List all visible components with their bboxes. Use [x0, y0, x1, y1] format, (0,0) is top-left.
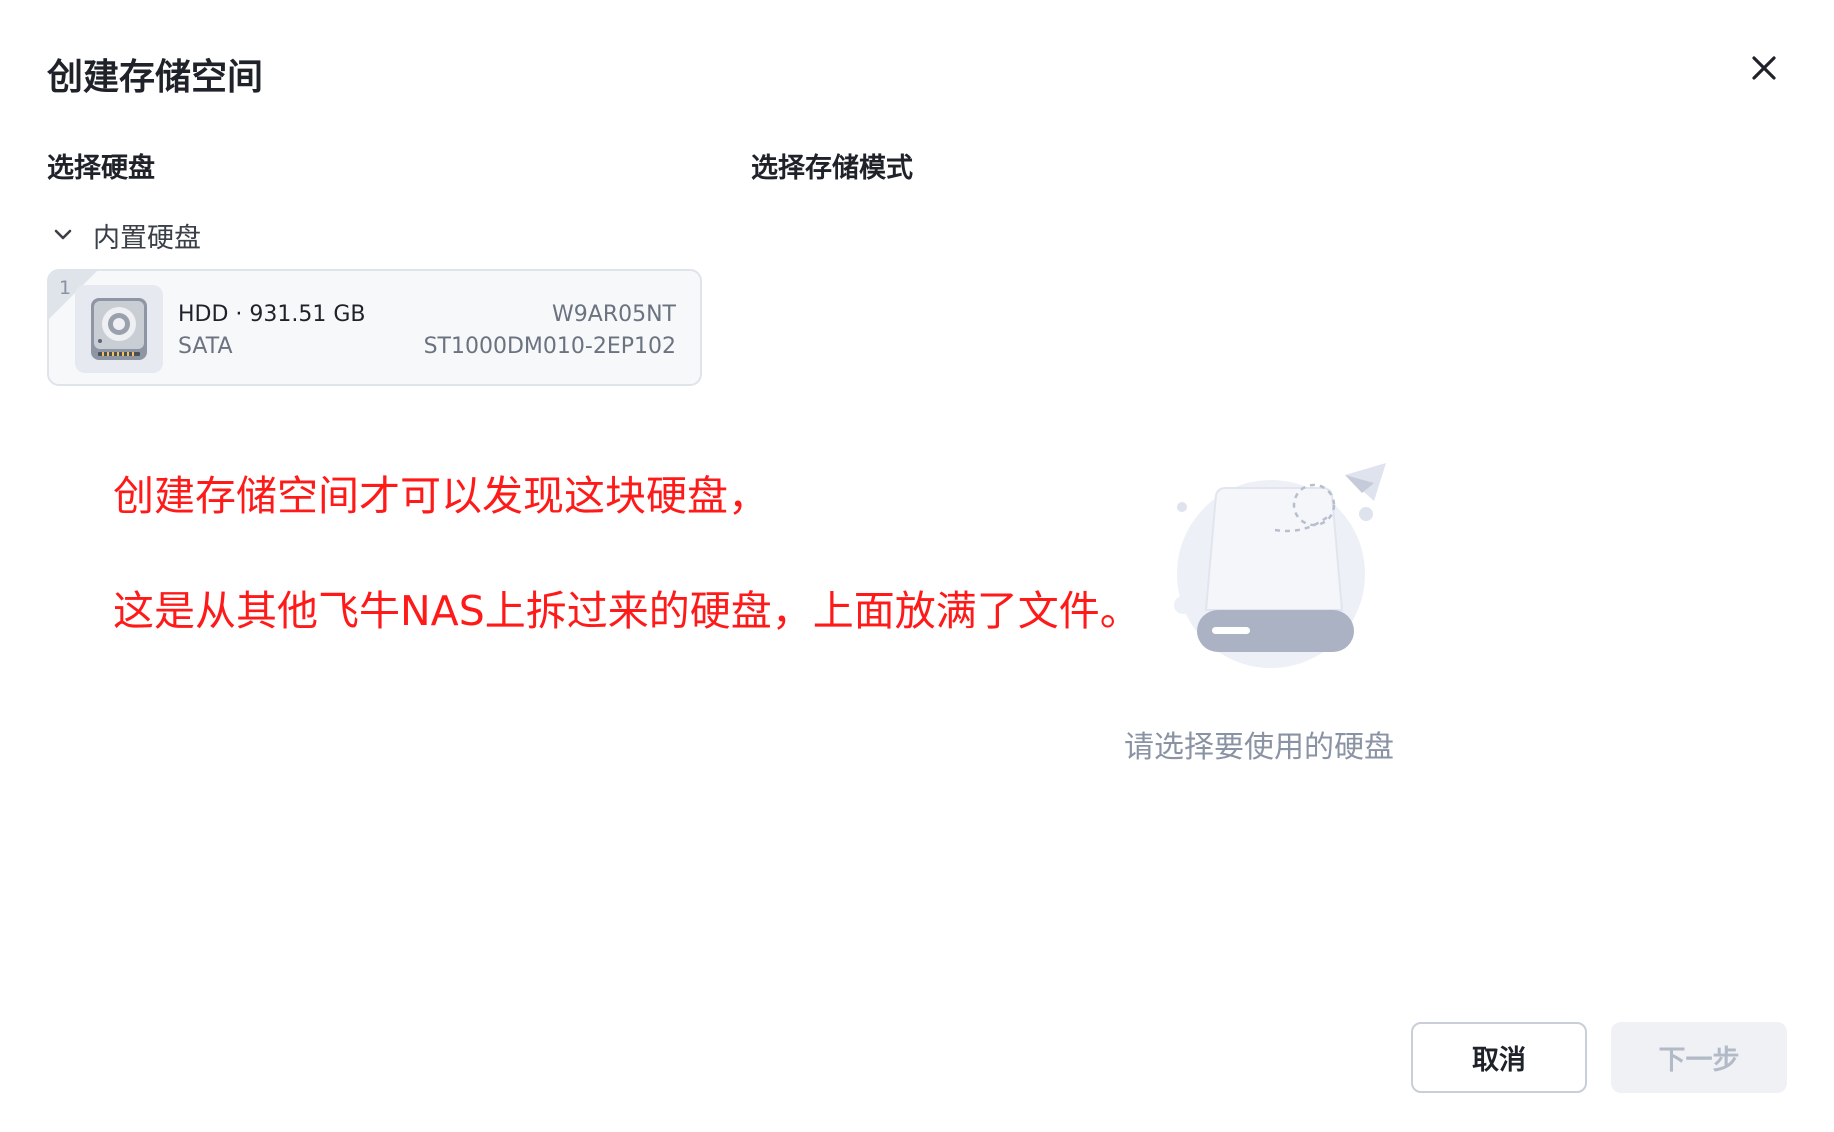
disk-serial: W9AR05NT [552, 302, 676, 327]
select-mode-heading: 选择存储模式 [751, 153, 913, 184]
next-step-button[interactable]: 下一步 [1611, 1022, 1787, 1093]
chevron-down-icon [47, 219, 79, 251]
close-button[interactable] [1744, 48, 1784, 88]
disk-interface: SATA [178, 334, 233, 359]
hard-disk-icon [75, 285, 163, 373]
dialog-title: 创建存储空间 [47, 57, 264, 98]
disk-model: ST1000DM010-2EP102 [423, 334, 676, 359]
cancel-button[interactable]: 取消 [1411, 1022, 1587, 1093]
select-disk-heading: 选择硬盘 [47, 153, 155, 184]
empty-disk-illustration [1130, 455, 1400, 685]
empty-state-text: 请选择要使用的硬盘 [1124, 730, 1394, 765]
disk-index: 1 [59, 277, 72, 299]
close-icon [1752, 56, 1776, 80]
disk-type-size: HDD · 931.51 GB [178, 302, 366, 327]
disk-card[interactable]: 1 HDD · 931.51 GB SATA W9AR05NT ST1000DM… [47, 269, 702, 386]
annotation-line-2: 这是从其他飞牛NAS上拆过来的硬盘，上面放满了文件。 [113, 587, 1141, 635]
disk-group-label: 内置硬盘 [93, 222, 201, 254]
disk-group-toggle[interactable]: 内置硬盘 [47, 216, 201, 254]
annotation-line-1: 创建存储空间才可以发现这块硬盘， [113, 472, 769, 520]
create-storage-dialog: 创建存储空间 选择硬盘 选择存储模式 内置硬盘 1 HDD · 931.51 G… [0, 0, 1834, 1132]
